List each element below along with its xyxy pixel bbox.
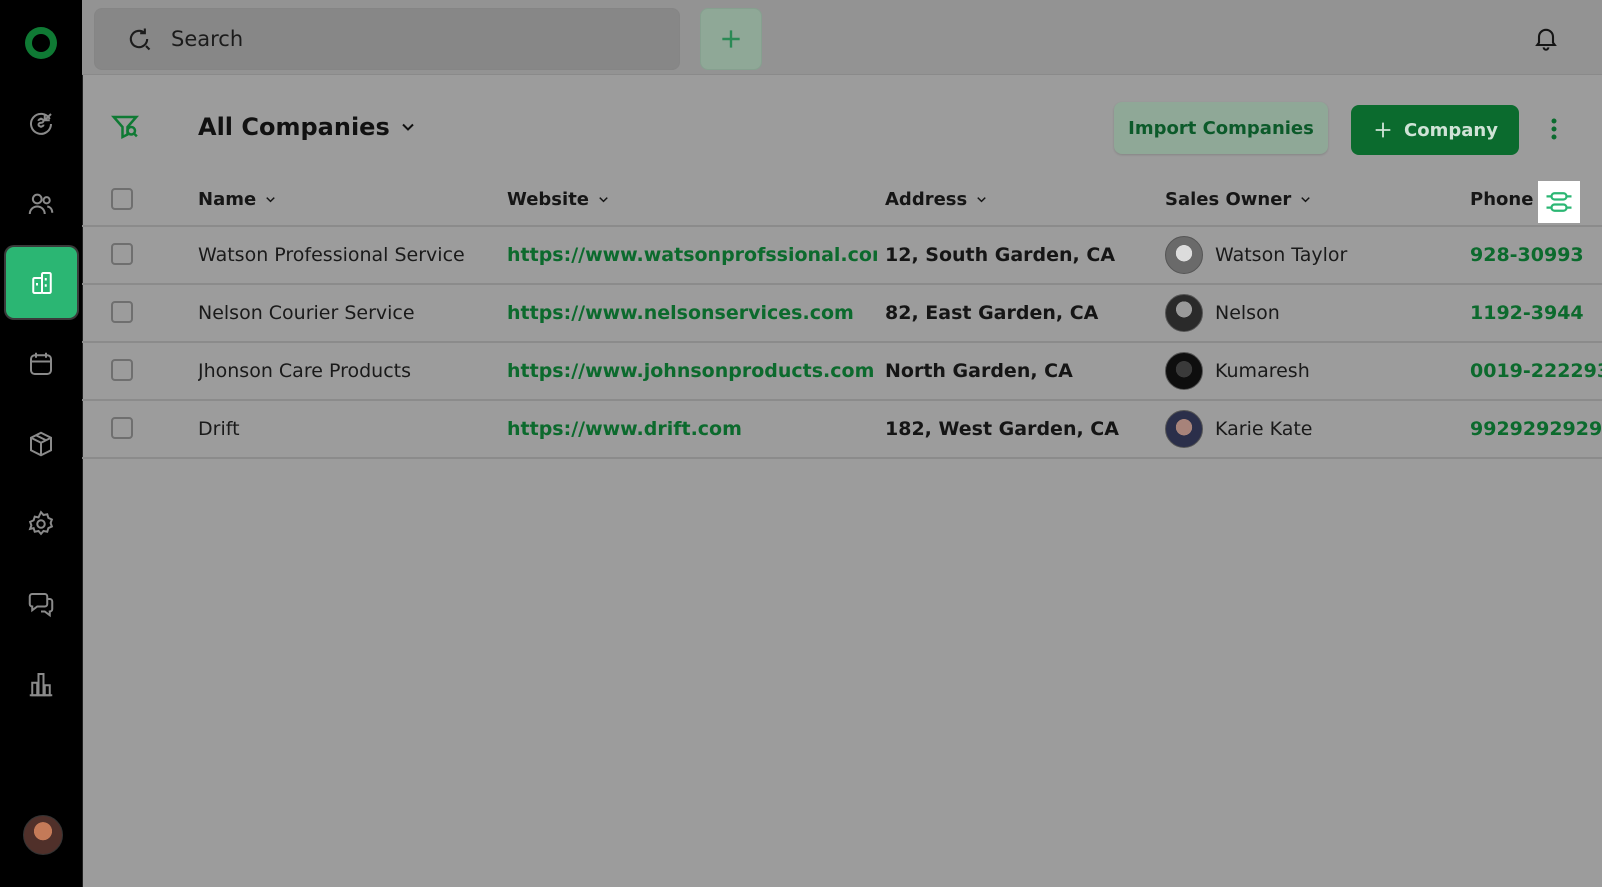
company-website-link[interactable]: https://www.drift.com	[507, 401, 877, 457]
column-header-label: Name	[198, 189, 257, 210]
sidebar-item-reports[interactable]	[18, 661, 64, 707]
topbar: Search	[82, 0, 1602, 75]
company-name[interactable]: Jhonson Care Products	[198, 343, 498, 399]
row-checkbox[interactable]	[111, 301, 133, 323]
sales-owner[interactable]: Watson Taylor	[1165, 227, 1455, 283]
table-header: Name Website Address Sales Owner Phone	[82, 174, 1602, 227]
sidebar-item-contacts[interactable]	[18, 181, 64, 227]
add-company-button[interactable]: Company	[1351, 105, 1519, 155]
notifications-button[interactable]	[1532, 24, 1560, 52]
app-logo[interactable]	[25, 27, 57, 59]
column-header-phone[interactable]: Phone	[1470, 174, 1602, 225]
bell-icon	[1535, 28, 1557, 51]
company-name[interactable]: Drift	[198, 401, 498, 457]
company-name[interactable]: Watson Professional Service	[198, 227, 498, 283]
settings-icon	[28, 510, 54, 536]
sidebar-item-calendar[interactable]	[18, 341, 64, 387]
table-row[interactable]: Watson Professional Service https://www.…	[82, 227, 1602, 285]
search-input[interactable]: Search	[94, 8, 680, 70]
package-icon	[30, 431, 52, 457]
company-name[interactable]: Nelson Courier Service	[198, 285, 498, 341]
chevron-down-icon	[599, 197, 608, 203]
page-title: All Companies	[198, 113, 390, 141]
company-address: 82, East Garden, CA	[885, 302, 1099, 324]
table-row[interactable]: Nelson Courier Service https://www.nelso…	[82, 285, 1602, 343]
sales-owner-name: Kumaresh	[1215, 360, 1310, 382]
plus-icon	[1375, 122, 1391, 138]
sales-owner-name: Watson Taylor	[1215, 244, 1348, 266]
company-phone-link[interactable]: 1192-3944	[1470, 285, 1602, 341]
sidebar-item-deals[interactable]	[18, 101, 64, 147]
sales-owner[interactable]: Kumaresh	[1165, 343, 1455, 399]
column-settings-button[interactable]	[1538, 181, 1580, 223]
column-header-name[interactable]: Name	[198, 174, 498, 225]
more-options-button[interactable]	[1544, 112, 1564, 146]
company-website-link[interactable]: https://www.nelsonservices.com	[507, 285, 877, 341]
table-row[interactable]: Drift https://www.drift.com 182, West Ga…	[82, 401, 1602, 459]
column-header-address[interactable]: Address	[885, 174, 1155, 225]
sales-owner-name: Karie Kate	[1215, 418, 1313, 440]
company-phone-link[interactable]: 928-30993	[1470, 227, 1602, 283]
kebab-menu-icon	[1551, 118, 1557, 140]
row-checkbox[interactable]	[111, 243, 133, 265]
search-placeholder: Search	[171, 27, 244, 51]
select-all-checkbox[interactable]	[111, 187, 133, 210]
chevron-down-icon	[977, 197, 986, 203]
company-address: 182, West Garden, CA	[885, 418, 1119, 440]
dollar-exchange-icon	[30, 112, 52, 135]
chevron-down-icon	[402, 123, 414, 131]
import-companies-button[interactable]: Import Companies	[1114, 102, 1328, 154]
table-row[interactable]: Jhonson Care Products https://www.johnso…	[82, 343, 1602, 401]
company-address: 12, South Garden, CA	[885, 244, 1116, 266]
column-header-sales-owner[interactable]: Sales Owner	[1165, 174, 1455, 225]
plus-icon	[722, 30, 740, 48]
companies-table: Name Website Address Sales Owner Phone W…	[82, 174, 1602, 459]
sales-owner-name: Nelson	[1215, 302, 1280, 324]
reports-icon	[29, 673, 53, 697]
column-header-label: Website	[507, 189, 590, 210]
company-phone-link[interactable]: 0019-22229344	[1470, 343, 1602, 399]
sales-owner[interactable]: Karie Kate	[1165, 401, 1455, 457]
company-phone-link[interactable]: 9929292929	[1470, 401, 1602, 457]
company-website-link[interactable]: https://www.johnsonproducts.com	[507, 343, 877, 399]
avatar	[1165, 236, 1203, 274]
contacts-icon	[28, 193, 54, 215]
user-avatar[interactable]	[23, 815, 63, 855]
avatar	[1165, 294, 1203, 332]
sidebar-item-products[interactable]	[18, 421, 64, 467]
avatar	[1165, 352, 1203, 390]
add-company-label: Company	[1404, 119, 1498, 141]
sidebar	[0, 0, 83, 887]
view-selector[interactable]: All Companies	[198, 113, 418, 141]
search-icon	[129, 28, 151, 51]
chevron-down-icon	[266, 197, 275, 203]
company-address: North Garden, CA	[885, 360, 1073, 382]
sidebar-item-companies[interactable]	[6, 247, 77, 318]
filter-icon	[110, 115, 140, 140]
column-header-website[interactable]: Website	[507, 174, 877, 225]
column-header-label: Sales Owner	[1165, 189, 1292, 210]
avatar	[1165, 410, 1203, 448]
sales-owner[interactable]: Nelson	[1165, 285, 1455, 341]
quick-add-button[interactable]	[700, 8, 762, 70]
chevron-down-icon	[1301, 197, 1311, 203]
chat-icon	[28, 593, 54, 618]
filter-button[interactable]	[110, 112, 140, 142]
sidebar-item-settings[interactable]	[18, 501, 64, 547]
sidebar-item-messages[interactable]	[18, 581, 64, 627]
column-settings-icon	[1546, 192, 1572, 212]
row-checkbox[interactable]	[111, 359, 133, 381]
column-header-label: Phone	[1470, 189, 1534, 210]
company-website-link[interactable]: https://www.watsonprofssional.com	[507, 227, 877, 283]
companies-icon	[31, 271, 52, 294]
calendar-icon	[30, 352, 52, 375]
row-checkbox[interactable]	[111, 417, 133, 439]
column-header-label: Address	[885, 189, 968, 210]
